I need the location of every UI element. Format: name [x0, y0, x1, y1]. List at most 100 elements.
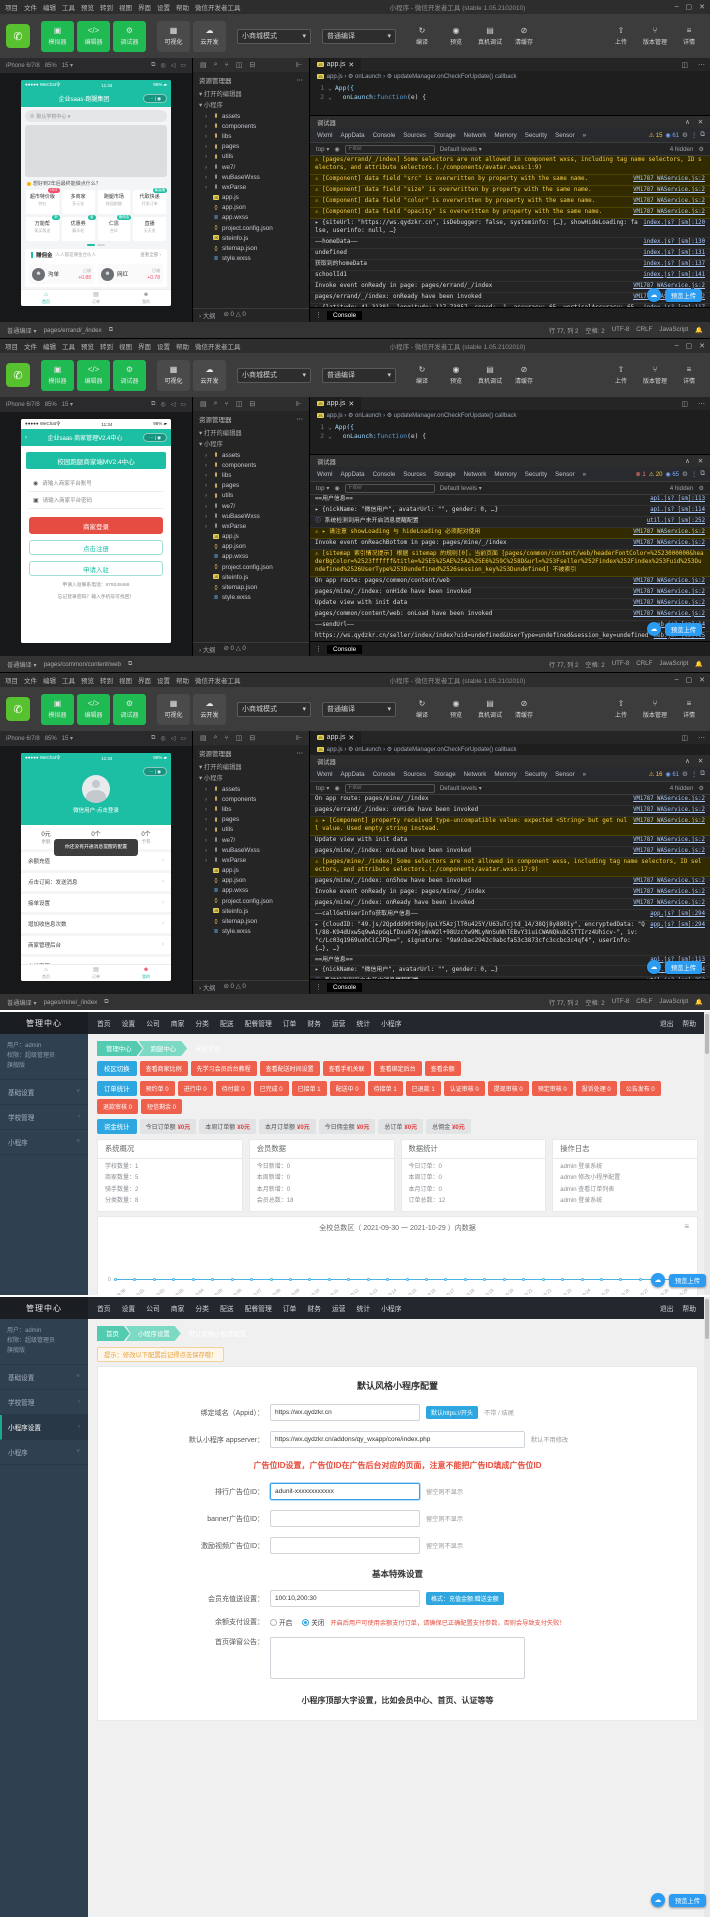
tree-item[interactable]: project.config.json: [193, 223, 309, 233]
menu-item[interactable]: 设置: [157, 341, 170, 351]
toolbar-tab[interactable]: ▦可视化: [157, 360, 190, 391]
close-icon[interactable]: ✕: [698, 119, 703, 126]
menu-item[interactable]: 预览: [81, 341, 94, 351]
cloud-icon[interactable]: ☁: [651, 1273, 665, 1287]
cloud-icon[interactable]: ☁: [651, 1893, 665, 1907]
sidebar-menu-item[interactable]: 基础设置˅: [0, 1365, 88, 1390]
console-source-link[interactable]: VM1787 WAService.js:2: [633, 176, 705, 184]
copy-icon[interactable]: ⧉: [128, 660, 132, 668]
tree-item[interactable]: libs: [193, 804, 309, 814]
device-bar[interactable]: iPhone 6/7/885%15 ▾⧉◎◁▭: [0, 58, 192, 73]
device-bar[interactable]: iPhone 6/7/885%15 ▾⧉◎◁▭: [0, 731, 192, 746]
earn-card[interactable]: ☻沟单日赚+0.88: [29, 264, 94, 284]
drawer-console-tab[interactable]: Console: [327, 311, 362, 320]
debugger-tab[interactable]: Memory: [490, 128, 520, 142]
quick-action-button[interactable]: 查看绑定后台: [374, 1061, 422, 1076]
chart-point[interactable]: [114, 1278, 117, 1281]
cloud-icon[interactable]: ☁: [647, 960, 661, 974]
nav-item[interactable]: 运营: [327, 1015, 351, 1031]
chart-point[interactable]: [542, 1278, 545, 1281]
quick-action-button[interactable]: 查看商家比例: [140, 1061, 188, 1076]
nav-item[interactable]: 分类: [190, 1015, 214, 1031]
explorer-toolbar[interactable]: ▤⌕⑂◫⊟⊩: [193, 397, 309, 411]
menu-item[interactable]: 预览: [81, 2, 94, 12]
editor-breadcrumb[interactable]: JSapp.js › ⚙ onLaunch › ⚙ updateManager.…: [310, 744, 710, 755]
tree-item[interactable]: wxParse: [193, 182, 309, 192]
toolbar-action-button[interactable]: ↻编译: [407, 21, 437, 52]
account-field[interactable]: ◉请输入商家平台账号: [29, 475, 163, 492]
debugger-tab[interactable]: AppData: [336, 128, 368, 142]
order-stat-chip[interactable]: 预约单 0: [140, 1081, 175, 1096]
compile-mode[interactable]: 普通编译 ▾: [7, 660, 37, 669]
order-stat-chip[interactable]: 已退款 1: [406, 1081, 441, 1096]
password-field[interactable]: ▣请输入商家平台密码: [29, 492, 163, 509]
cloud-icon[interactable]: ☁: [647, 288, 661, 302]
tab-mine[interactable]: ☻我的: [121, 290, 171, 306]
toolbar-right-button[interactable]: ⑂版本管理: [640, 360, 670, 391]
toolbar-action-button[interactable]: ▤真机调试: [475, 360, 505, 391]
tree-item[interactable]: sitemap.json: [193, 582, 309, 592]
chart-point[interactable]: [425, 1278, 428, 1281]
gear-icon[interactable]: ⚙: [682, 470, 688, 478]
tree-item[interactable]: style.wxss: [193, 593, 309, 603]
nav-item[interactable]: 商家: [166, 1015, 190, 1031]
toolbar-right-button[interactable]: ⑂版本管理: [640, 694, 670, 725]
tab-orders[interactable]: ▤订单: [71, 965, 121, 981]
toolbar-right-button[interactable]: ≡详情: [674, 694, 704, 725]
collapse-icon[interactable]: ∧: [685, 458, 690, 465]
preview-upload-button[interactable]: 预览上传: [665, 961, 702, 974]
feature-grid-item[interactable]: 多商家多元化: [62, 190, 95, 214]
toolbar-right-button[interactable]: ⇧上传: [606, 694, 636, 725]
tree-item[interactable]: assets: [193, 111, 309, 121]
list-item[interactable]: 商家管理后台›: [21, 936, 171, 954]
menu-item[interactable]: 预览: [81, 675, 94, 685]
chart-point[interactable]: [639, 1278, 642, 1281]
project-section[interactable]: ▾ 小程序: [193, 772, 309, 783]
tree-item[interactable]: utils: [193, 152, 309, 162]
menu-item[interactable]: 编辑: [43, 2, 56, 12]
more-icon[interactable]: ⋯: [693, 734, 710, 742]
preview-upload-button[interactable]: 预览上传: [669, 1894, 706, 1907]
breadcrumb-chip[interactable]: 管理中心: [97, 1041, 143, 1056]
levels-dropdown[interactable]: Default levels ▾: [440, 785, 482, 792]
debugger-tab[interactable]: Security: [521, 467, 551, 481]
menu-item[interactable]: 微信开发者工具: [195, 675, 241, 685]
order-stat-chip[interactable]: 已完成 0: [254, 1081, 289, 1096]
console-source-link[interactable]: app.js? [sm]:294: [650, 911, 705, 919]
close-icon[interactable]: ✕: [348, 61, 354, 69]
opened-editors-section[interactable]: ▾ 打开的编辑器: [193, 761, 309, 772]
toolbar-action-button[interactable]: ⊘清缓存: [509, 694, 539, 725]
tree-item[interactable]: components: [193, 794, 309, 804]
chart-point[interactable]: [406, 1278, 409, 1281]
sidebar-menu-item[interactable]: 小程序˅: [0, 1440, 88, 1465]
menu-item[interactable]: 编辑: [43, 675, 56, 685]
tree-item[interactable]: app.json: [193, 876, 309, 886]
toolbar-action-button[interactable]: ◉预览: [441, 360, 471, 391]
radio-off[interactable]: 关闭: [302, 1617, 324, 1627]
levels-dropdown[interactable]: Default levels ▾: [440, 485, 482, 492]
chart-point[interactable]: [308, 1278, 311, 1281]
toolbar-tab[interactable]: ▣模拟器: [41, 694, 74, 725]
window-controls[interactable]: –▢✕: [675, 342, 705, 350]
order-stat-chip[interactable]: 退款审核 0: [97, 1099, 138, 1114]
tree-item[interactable]: project.config.json: [193, 562, 309, 572]
debugger-tab[interactable]: Console: [369, 467, 400, 481]
debugger-tab[interactable]: Storage: [430, 767, 460, 781]
menu-item[interactable]: 设置: [157, 675, 170, 685]
console-source-link[interactable]: api.js? [sm]:114: [650, 507, 705, 515]
more-icon[interactable]: ⋯: [297, 415, 304, 423]
collapse-icon[interactable]: ∧: [685, 119, 690, 126]
menu-item[interactable]: 视图: [119, 2, 132, 12]
cloud-icon[interactable]: ☁: [647, 622, 661, 636]
kebab-icon[interactable]: ⋮: [691, 131, 698, 139]
menu-item[interactable]: 帮助: [176, 675, 189, 685]
toolbar-right-button[interactable]: ≡详情: [674, 21, 704, 52]
breadcrumb-chip[interactable]: 首页: [97, 1326, 130, 1341]
drawer-console-tab[interactable]: Console: [327, 645, 362, 654]
project-section[interactable]: ▾ 小程序: [193, 438, 309, 449]
debugger-tab[interactable]: AppData: [336, 467, 368, 481]
wechat-capsule[interactable]: ⋯ | ◉: [143, 94, 167, 103]
debugger-tab[interactable]: Sources: [399, 128, 430, 142]
toolbar-tab[interactable]: ▦可视化: [157, 21, 190, 52]
console-source-link[interactable]: util.js? [sm]:252: [647, 518, 705, 526]
